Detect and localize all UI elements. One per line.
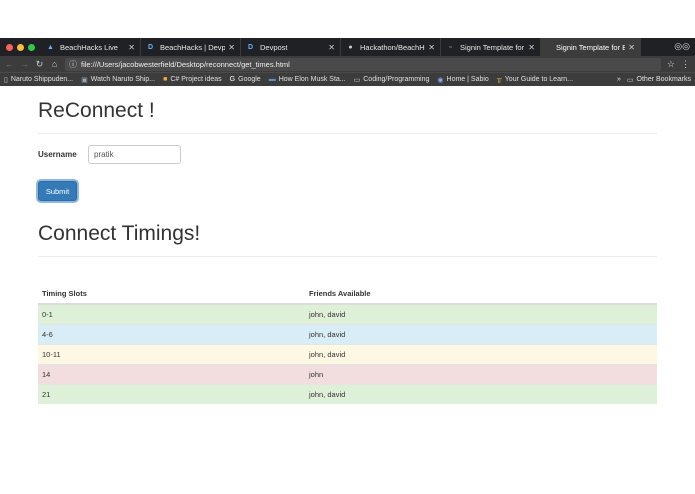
bookmark-label: Naruto Shippuden... — [10, 76, 74, 83]
friends-cell: john, david — [305, 383, 657, 404]
close-icon[interactable]: ✕ — [128, 43, 135, 52]
bookmark-label: Watch Naruto Ship... — [90, 76, 156, 83]
reload-icon[interactable]: ↻ — [35, 56, 44, 72]
info-icon[interactable]: ⓘ — [69, 59, 77, 70]
tab-label: Signin Template for Boo — [556, 42, 625, 52]
url-text: file:///Users/jacobwesterfield/Desktop/r… — [81, 59, 290, 69]
friends-cell: john — [305, 363, 657, 384]
bookmark-guide-to-learn[interactable]: ╥ Your Guide to Learn... — [497, 76, 573, 83]
bookmark-label: Your Guide to Learn... — [504, 76, 574, 83]
friends-cell: john, david — [305, 343, 657, 364]
bookmark-label: Google — [238, 76, 261, 83]
page-icon: ▫ — [449, 43, 452, 51]
close-icon[interactable]: ✕ — [628, 43, 635, 52]
page-title: ReConnect ! — [38, 99, 155, 122]
bookmark-label: Coding/Programming — [363, 76, 430, 83]
home-icon[interactable]: ⌂ — [50, 56, 59, 72]
table-row: 14 john — [38, 363, 657, 384]
page-icon: ▯ — [4, 76, 8, 84]
tab-bar: ▲ BeachHacks Live ✕ D BeachHacks | Devpo… — [0, 38, 695, 56]
site-icon: ▬ — [268, 76, 276, 83]
header-friends-available: Friends Available — [305, 284, 657, 305]
folder-icon: ▭ — [353, 76, 361, 84]
bookmark-coding-programming[interactable]: ▭ Coding/Programming — [354, 76, 430, 84]
minimize-window-icon[interactable] — [17, 43, 24, 51]
bookmark-label: How Elon Musk Sta... — [278, 76, 346, 83]
close-icon[interactable]: ✕ — [528, 43, 535, 52]
tab-label: Signin Template for Boo — [460, 42, 525, 52]
back-icon[interactable]: ← — [5, 56, 14, 72]
table-header-row: Timing Slots Friends Available — [38, 284, 657, 305]
other-bookmarks[interactable]: ▭ Other Bookmarks — [627, 76, 691, 84]
address-bar[interactable]: ⓘ file:///Users/jacobwesterfield/Desktop… — [65, 57, 661, 71]
menu-icon[interactable]: ⋮ — [681, 59, 690, 70]
site-icon: ◉ — [437, 76, 444, 84]
table-row: 4-6 john, david — [38, 323, 657, 344]
video-icon: ▣ — [81, 76, 88, 84]
table-row: 21 john, david — [38, 383, 657, 404]
slot-cell: 4-6 — [38, 323, 305, 344]
slot-cell: 21 — [38, 383, 305, 404]
table-row: 10-11 john, david — [38, 343, 657, 364]
browser-toolbar: ← → ↻ ⌂ ⓘ file:///Users/jacobwesterfield… — [0, 56, 695, 72]
close-window-icon[interactable] — [6, 43, 13, 51]
bookmark-watch-naruto[interactable]: ▣ Watch Naruto Ship... — [81, 76, 155, 84]
site-icon: ╥ — [496, 76, 502, 83]
bookmark-naruto-shippuden[interactable]: ▯ Naruto Shippuden... — [4, 76, 73, 84]
tab-label: BeachHacks | Devpost — [160, 42, 225, 52]
folder-icon: ▭ — [626, 76, 634, 84]
tab-label: Devpost — [260, 42, 288, 52]
username-row: Username — [38, 145, 657, 164]
page-content: ReConnect ! Username Submit Connect Timi… — [0, 99, 695, 404]
note-icon: ■ — [163, 76, 168, 83]
close-icon[interactable]: ✕ — [328, 43, 335, 52]
google-icon: G — [229, 76, 236, 83]
bookmark-google[interactable]: G Google — [230, 76, 261, 83]
bookmark-home-sabio[interactable]: ◉ Home | Sabio — [437, 76, 488, 84]
bookmark-label: Other Bookmarks — [636, 76, 691, 83]
username-input[interactable] — [88, 145, 181, 164]
devpost-icon: D — [247, 43, 254, 51]
header-timing-slots: Timing Slots — [38, 284, 305, 305]
overflow-chevron-icon[interactable]: » — [617, 76, 621, 83]
divider — [38, 133, 657, 134]
slot-cell: 14 — [38, 363, 305, 384]
bookmark-csharp-ideas[interactable]: ■ C# Project ideas — [163, 76, 222, 83]
divider — [38, 256, 657, 257]
bookmark-label: Home | Sabio — [446, 76, 489, 83]
new-tab-button[interactable] — [641, 38, 663, 56]
bookmarks-overflow: » ▭ Other Bookmarks — [617, 76, 691, 84]
window-controls — [0, 38, 41, 56]
submit-button[interactable]: Submit — [38, 181, 77, 201]
beachhacks-icon: ▲ — [47, 43, 54, 51]
close-icon[interactable]: ✕ — [428, 43, 435, 52]
maximize-window-icon[interactable] — [28, 43, 35, 51]
tab-github[interactable]: ● Hackathon/BeachHack ✕ — [341, 38, 441, 56]
friends-cell: john, david — [305, 303, 657, 324]
devpost-icon: D — [147, 43, 154, 51]
bookmark-elon-musk[interactable]: ▬ How Elon Musk Sta... — [269, 76, 346, 83]
timings-table: Timing Slots Friends Available 0-1 john,… — [38, 284, 657, 404]
tab-beachhacks-live[interactable]: ▲ BeachHacks Live ✕ — [41, 38, 141, 56]
table-row: 0-1 john, david — [38, 303, 657, 324]
bookmarks-bar: ▯ Naruto Shippuden... ▣ Watch Naruto Ship.… — [0, 72, 695, 86]
top-margin — [0, 0, 695, 38]
tab-label: Hackathon/BeachHack — [360, 42, 425, 52]
tab-devpost-1[interactable]: D BeachHacks | Devpost ✕ — [141, 38, 241, 56]
forward-icon[interactable]: → — [20, 56, 29, 72]
bookmark-label: C# Project ideas — [170, 76, 222, 83]
slot-cell: 0-1 — [38, 303, 305, 324]
username-label: Username — [38, 150, 77, 159]
tab-signin-active[interactable]: Signin Template for Boo ✕ — [541, 38, 641, 56]
tab-devpost-2[interactable]: D Devpost ✕ — [241, 38, 341, 56]
tab-label: BeachHacks Live — [60, 42, 118, 52]
timings-title: Connect Timings! — [38, 222, 201, 245]
close-icon[interactable]: ✕ — [228, 43, 235, 52]
friends-cell: john, david — [305, 323, 657, 344]
tab-signin-1[interactable]: ▫ Signin Template for Boo ✕ — [441, 38, 541, 56]
slot-cell: 10-11 — [38, 343, 305, 364]
github-icon: ● — [348, 43, 353, 51]
star-icon[interactable]: ☆ — [667, 59, 675, 70]
incognito-icon[interactable]: ◎◎ — [674, 41, 690, 52]
